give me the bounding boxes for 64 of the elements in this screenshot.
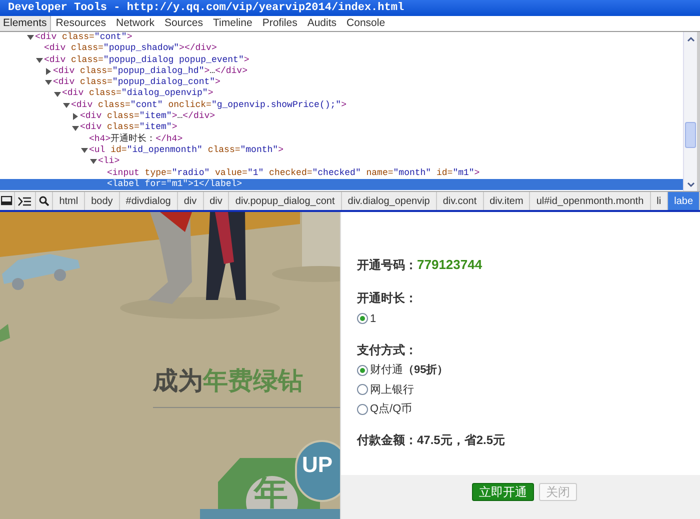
- collapsed-triangle-icon[interactable]: [45, 68, 52, 76]
- radio-label: 财付通（95折）: [370, 362, 448, 378]
- payment-total: 付款金额：47.5元，省2.5元: [356, 432, 506, 447]
- devtools-tab[interactable]: Timeline: [208, 16, 258, 31]
- badge-text: UP: [302, 452, 333, 478]
- radio-label: Q点/Q币: [370, 402, 412, 417]
- open-now-button[interactable]: 立即开通: [472, 483, 534, 501]
- dock-icon[interactable]: [0, 196, 13, 206]
- dom-tree-row[interactable]: <label for="m1">1</label>: [0, 178, 683, 190]
- radio-button[interactable]: [357, 384, 368, 396]
- window-title: Developer Tools - http://y.qq.com/vip/yearvip2014/index.html: [0, 0, 700, 16]
- field-label: 支付方式：: [356, 342, 418, 356]
- dom-tree-row[interactable]: <div class="item">…</div>: [0, 111, 683, 122]
- breadcrumb[interactable]: #divdialog: [120, 192, 178, 210]
- devtools-tab[interactable]: Profiles: [257, 16, 302, 31]
- dom-tree-row[interactable]: <input type="radio" value="1" checked="checked" name="month" id="m1">: [0, 168, 683, 179]
- breadcrumb[interactable]: html: [53, 192, 86, 210]
- dom-tree-row[interactable]: <li>: [0, 156, 683, 168]
- console-drawer-icon[interactable]: [18, 196, 32, 206]
- dom-tree-row[interactable]: <div class="popup_dialog popup_event">: [0, 54, 683, 66]
- radio-label: 网上银行: [370, 382, 414, 398]
- breadcrumb[interactable]: labe: [668, 192, 700, 210]
- breadcrumb[interactable]: ul#id_openmonth.month: [530, 192, 651, 210]
- dom-tree-row[interactable]: <div class="popup_dialog_hd">…</div>: [0, 66, 683, 78]
- devtools-tab[interactable]: Network: [110, 16, 160, 31]
- expanded-triangle-icon[interactable]: [36, 56, 43, 64]
- breadcrumb[interactable]: div: [178, 192, 204, 210]
- dom-tree-row[interactable]: <div class="cont" onclick="g_openvip.showPrice();">: [0, 100, 683, 112]
- breadcrumb[interactable]: div.dialog_openvip: [342, 192, 437, 210]
- dom-tree-row[interactable]: <ul id="id_openmonth" class="month">: [0, 144, 683, 156]
- devtools-tab[interactable]: Elements: [0, 16, 51, 31]
- dom-tree-row[interactable]: <h4>开通时长：</h4>: [0, 134, 683, 145]
- banner-heading-highlight: 年费绿钻: [203, 366, 303, 396]
- scroll-up-icon[interactable]: [686, 35, 696, 43]
- breadcrumb[interactable]: div.cont: [436, 192, 484, 210]
- breadcrumb[interactable]: div: [204, 192, 230, 210]
- badge-character: 年: [254, 474, 288, 512]
- devtools-tab[interactable]: Audits: [302, 16, 342, 31]
- expanded-triangle-icon[interactable]: [27, 34, 34, 42]
- dom-tree-row[interactable]: <div class="popup_shadow"></div>: [0, 43, 683, 55]
- expanded-triangle-icon[interactable]: [72, 124, 79, 132]
- devtools-tab[interactable]: Console: [342, 16, 390, 31]
- radio-button[interactable]: [357, 404, 368, 415]
- radio-button[interactable]: [357, 313, 368, 324]
- dom-tree-row[interactable]: <div class="dialog_openvip">: [0, 88, 683, 100]
- collapsed-triangle-icon[interactable]: [72, 113, 79, 120]
- breadcrumb[interactable]: body: [85, 192, 120, 210]
- devtools-tab[interactable]: Sources: [160, 16, 208, 31]
- radio-label: 1: [370, 312, 376, 326]
- search-icon[interactable]: [38, 196, 49, 206]
- breadcrumb[interactable]: div.popup_dialog_cont: [229, 192, 342, 210]
- scrollbar[interactable]: [683, 32, 697, 191]
- dom-tree-row[interactable]: <div class="popup_dialog_cont">: [0, 77, 683, 88]
- dom-tree-row[interactable]: <div class="item">: [0, 122, 683, 134]
- dom-tree-row[interactable]: <div class="cont">: [0, 32, 683, 44]
- scroll-down-icon[interactable]: [686, 181, 696, 189]
- breadcrumb[interactable]: div.item: [484, 192, 530, 210]
- banner-heading: 成为: [153, 366, 203, 396]
- radio-button[interactable]: [357, 364, 368, 376]
- devtools-tab[interactable]: Resources: [50, 16, 111, 31]
- scroll-thumb[interactable]: [685, 122, 696, 148]
- field-label: 开通时长：: [356, 290, 418, 305]
- account-number: 779123744: [417, 256, 482, 274]
- field-label: 开通号码：: [357, 257, 417, 274]
